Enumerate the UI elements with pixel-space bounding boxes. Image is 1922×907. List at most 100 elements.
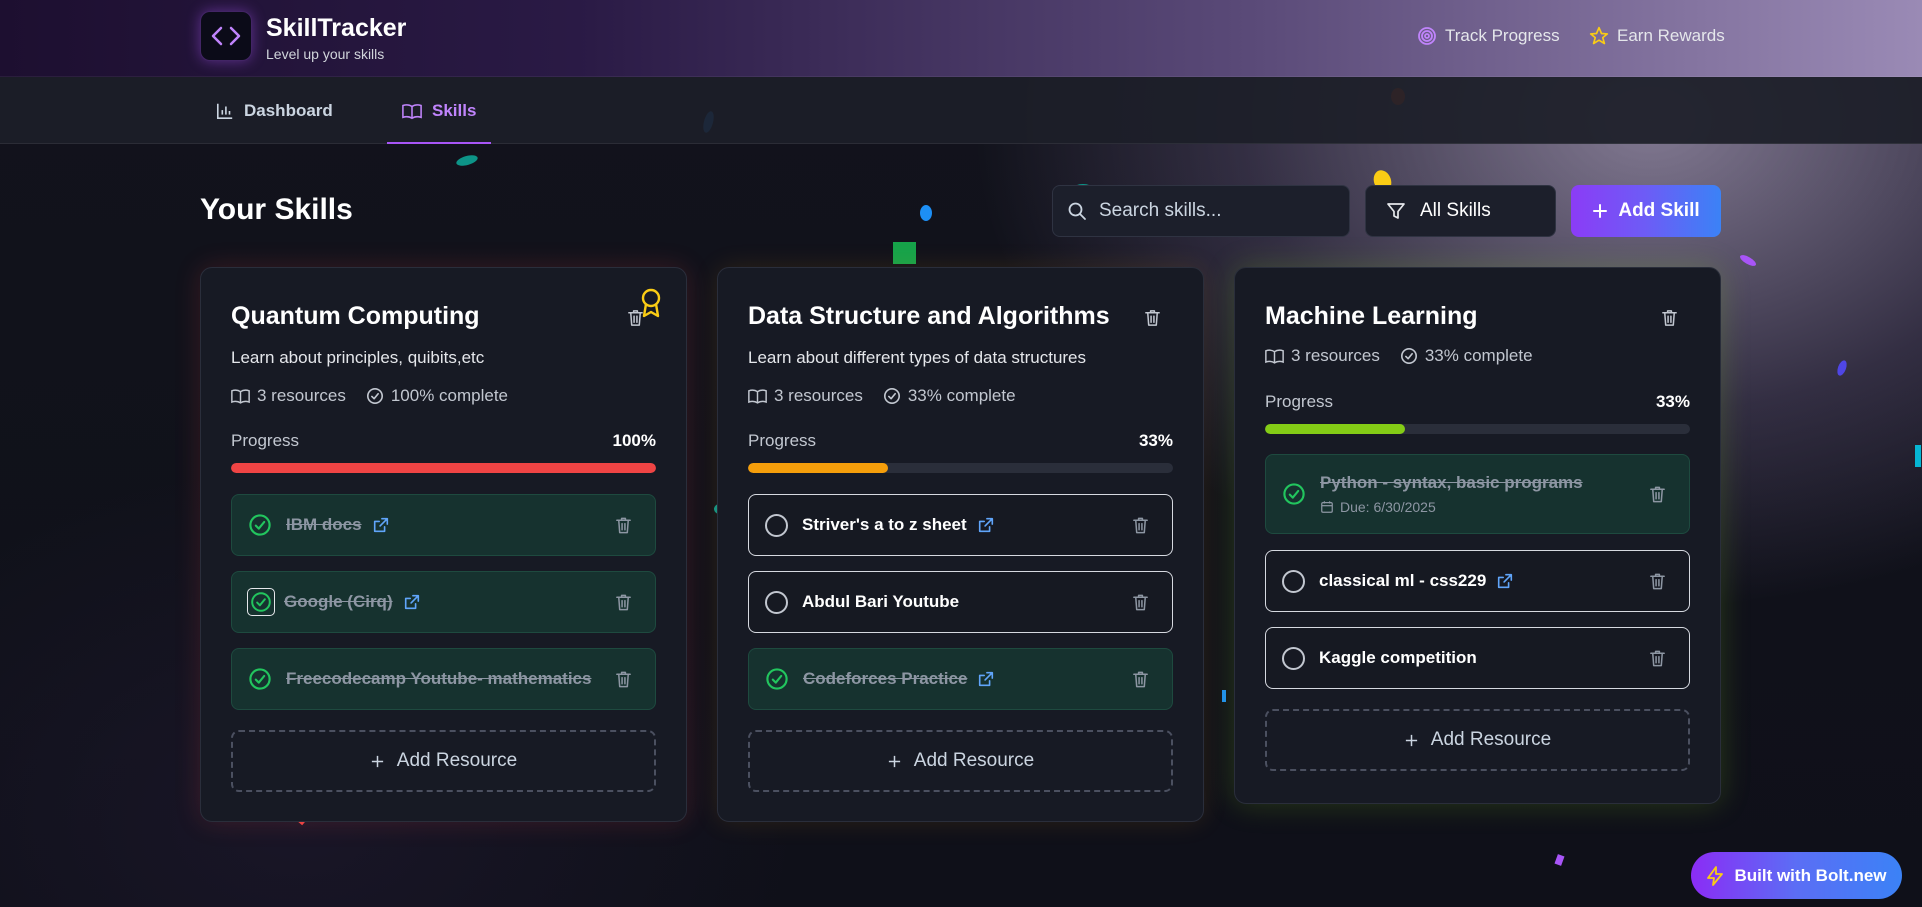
badge-label: Built with Bolt.new <box>1734 865 1887 885</box>
tab-skills[interactable]: Skills <box>387 77 492 144</box>
built-with-bolt-badge[interactable]: Built with Bolt.new <box>1691 852 1902 899</box>
add-resource-label: Add Resource <box>913 750 1035 771</box>
check-circle-icon <box>250 591 272 613</box>
add-resource-button[interactable]: Add Resource <box>1265 709 1690 771</box>
resource-item[interactable]: Codeforces Practice <box>748 648 1173 710</box>
book-icon <box>1265 348 1284 364</box>
delete-resource-button[interactable] <box>1131 516 1150 535</box>
delete-skill-button[interactable] <box>1660 308 1679 327</box>
progress-fill <box>231 463 656 473</box>
resource-name: IBM docs <box>286 515 362 534</box>
delete-resource-button[interactable] <box>614 670 633 689</box>
progress-label: Progress <box>231 431 300 450</box>
check-circle-icon[interactable] <box>765 667 789 691</box>
filter-select[interactable]: All Skills <box>1365 185 1556 237</box>
skill-card-machine-learning: Machine Learning 3 resources 33% complet… <box>1234 267 1721 804</box>
check-circle-icon[interactable] <box>248 513 272 537</box>
tab-dashboard[interactable]: Dashboard <box>216 77 333 144</box>
earn-rewards-link[interactable]: Earn Rewards <box>1589 26 1725 46</box>
check-circle-icon[interactable] <box>248 667 272 691</box>
resource-name: Freecodecamp Youtube- mathematics <box>286 669 592 688</box>
page-title: Your Skills <box>200 193 353 226</box>
resource-item[interactable]: Kaggle competition <box>1265 627 1690 689</box>
trash-icon <box>1660 308 1679 327</box>
main-nav: Dashboard Skills <box>0 77 1922 144</box>
progress-bar <box>231 463 656 473</box>
resource-name: Google (Cirq) <box>284 592 393 611</box>
skill-meta: 3 resources 100% complete <box>231 386 508 406</box>
resource-item[interactable]: Python - syntax, basic programs Due: 6/3… <box>1265 454 1690 534</box>
trash-icon <box>614 670 633 689</box>
external-link-icon[interactable] <box>403 593 421 611</box>
search-box[interactable] <box>1052 185 1350 237</box>
delete-resource-button[interactable] <box>1648 485 1667 504</box>
book-icon <box>231 388 250 404</box>
external-link-icon[interactable] <box>977 516 995 534</box>
add-skill-label: Add Skill <box>1618 200 1700 221</box>
delete-skill-button[interactable] <box>626 308 645 327</box>
logo[interactable] <box>200 11 252 61</box>
resource-checkbox[interactable] <box>1282 569 1305 593</box>
resource-name: Striver's a to z sheet <box>802 515 967 534</box>
resource-item[interactable]: Striver's a to z sheet <box>748 494 1173 556</box>
target-icon <box>1418 27 1436 45</box>
search-icon <box>1068 202 1086 220</box>
progress-bar <box>748 463 1173 473</box>
external-link-icon[interactable] <box>977 670 995 688</box>
resource-item[interactable]: Abdul Bari Youtube <box>748 571 1173 633</box>
add-resource-label: Add Resource <box>396 750 518 771</box>
plus-icon <box>1593 204 1608 218</box>
delete-resource-button[interactable] <box>1131 670 1150 689</box>
check-circle-icon <box>366 387 384 405</box>
code-icon <box>211 26 241 46</box>
check-circle-icon <box>1400 347 1418 365</box>
progress-fill <box>748 463 889 473</box>
lightning-icon <box>1707 865 1724 886</box>
complete-percent: 33% complete <box>907 386 1016 405</box>
resource-checkbox[interactable] <box>1282 646 1305 670</box>
delete-resource-button[interactable] <box>1648 649 1667 668</box>
complete-percent: 33% complete <box>1424 346 1533 365</box>
resource-name: Python - syntax, basic programs <box>1320 473 1583 492</box>
app-subtitle: Level up your skills <box>266 46 385 62</box>
check-circle-icon[interactable] <box>1282 482 1306 506</box>
resource-checkbox[interactable] <box>247 588 275 616</box>
resource-item[interactable]: IBM docs <box>231 494 656 556</box>
external-link-icon[interactable] <box>372 516 390 534</box>
delete-resource-button[interactable] <box>614 593 633 612</box>
track-progress-link[interactable]: Track Progress <box>1417 26 1560 46</box>
resource-checkbox[interactable] <box>765 513 788 537</box>
plus-icon <box>1405 734 1417 746</box>
delete-resource-button[interactable] <box>614 516 633 535</box>
resource-checkbox[interactable] <box>765 590 788 614</box>
resource-item[interactable]: classical ml - css229 <box>1265 550 1690 612</box>
trash-icon <box>1648 572 1667 591</box>
bar-chart-icon <box>216 103 233 119</box>
add-resource-button[interactable]: Add Resource <box>231 730 656 792</box>
trash-icon <box>1143 308 1162 327</box>
resource-name: Kaggle competition <box>1319 648 1477 667</box>
delete-resource-button[interactable] <box>1131 593 1150 612</box>
add-skill-button[interactable]: Add Skill <box>1571 185 1721 237</box>
progress-bar <box>1265 424 1690 434</box>
tab-dashboard-label: Dashboard <box>244 100 333 120</box>
skill-card-quantum-computing: Quantum Computing Learn about principles… <box>200 267 687 822</box>
trash-icon <box>1648 649 1667 668</box>
add-resource-button[interactable]: Add Resource <box>748 730 1173 792</box>
skill-description: Learn about principles, quibits,etc <box>231 348 485 367</box>
resource-item[interactable]: Google (Cirq) <box>231 571 656 633</box>
resource-item[interactable]: Freecodecamp Youtube- mathematics <box>231 648 656 710</box>
app-header: SkillTracker Level up your skills Track … <box>0 0 1922 77</box>
add-resource-label: Add Resource <box>1430 729 1552 750</box>
plus-icon <box>888 755 900 767</box>
delete-resource-button[interactable] <box>1648 572 1667 591</box>
app-title: SkillTracker <box>266 14 407 42</box>
trash-icon <box>614 593 633 612</box>
delete-skill-button[interactable] <box>1143 308 1162 327</box>
plus-icon <box>371 755 383 767</box>
external-link-icon[interactable] <box>1496 572 1514 590</box>
star-icon <box>1589 26 1609 45</box>
book-icon <box>748 388 767 404</box>
search-input[interactable] <box>1099 200 1329 222</box>
skill-meta: 3 resources 33% complete <box>748 386 1016 406</box>
